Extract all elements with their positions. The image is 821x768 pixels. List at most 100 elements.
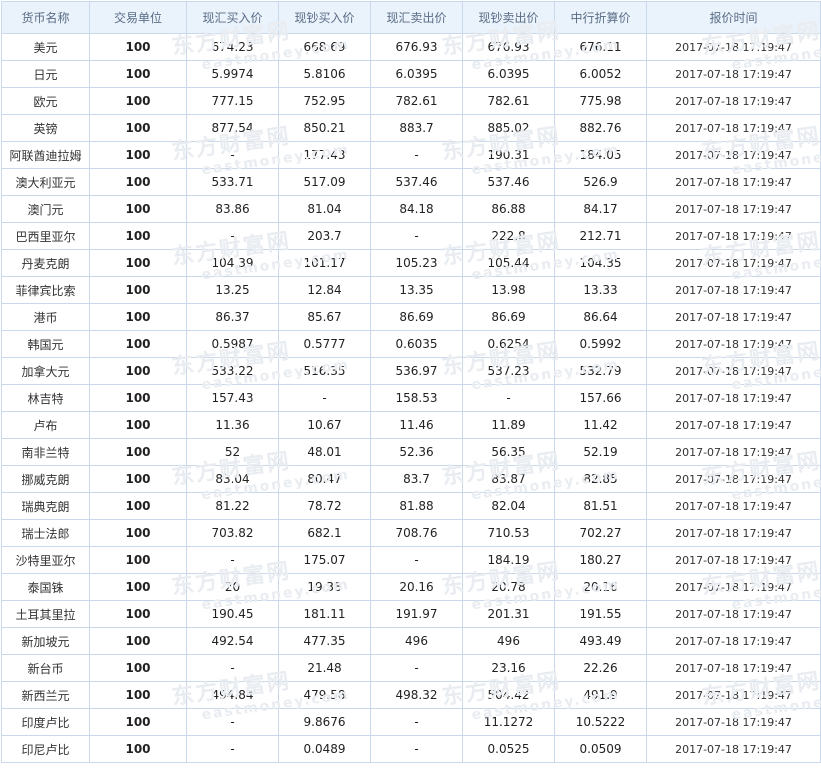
column-header-quote-time[interactable]: 报价时间 [646,1,821,34]
quote-time-cell: 2017-07-18 17:19:47 [646,708,821,736]
unit-cell: 100 [89,195,187,223]
currency-name-cell[interactable]: 南非兰特 [1,438,90,466]
currency-name-cell[interactable]: 林吉特 [1,384,90,412]
currency-name-cell[interactable]: 阿联酋迪拉姆 [1,141,90,169]
currency-name-cell[interactable]: 新西兰元 [1,681,90,709]
spot-buy-cell: 674.23 [186,33,279,61]
currency-name-cell[interactable]: 日元 [1,60,90,88]
cash-sell-cell: 11.89 [462,411,555,439]
table-row: 土耳其里拉 100 190.45 181.11 191.97 201.31 191.55 20… [1,600,821,628]
currency-name-cell[interactable]: 欧元 [1,87,90,115]
boc-rate-cell: 0.5992 [554,330,647,358]
unit-cell: 100 [89,438,187,466]
currency-name-cell[interactable]: 挪威克朗 [1,465,90,493]
boc-rate-cell: 491.9 [554,681,647,709]
cash-buy-cell: 12.84 [278,276,371,304]
currency-name-cell[interactable]: 瑞士法郎 [1,519,90,547]
currency-name-cell[interactable]: 泰国铢 [1,573,90,601]
currency-name-cell[interactable]: 澳大利亚元 [1,168,90,196]
cash-buy-cell: 477.35 [278,627,371,655]
cash-buy-cell: 9.8676 [278,708,371,736]
quote-time-cell: 2017-07-18 17:19:47 [646,411,821,439]
spot-sell-cell: - [370,654,463,682]
unit-cell: 100 [89,681,187,709]
currency-name-cell[interactable]: 新台币 [1,654,90,682]
column-header-unit[interactable]: 交易单位 [89,1,187,34]
column-header-cash-buy[interactable]: 现钞买入价 [278,1,371,34]
currency-name-cell[interactable]: 印尼卢比 [1,735,90,763]
currency-name-cell[interactable]: 丹麦克朗 [1,249,90,277]
unit-cell: 100 [89,465,187,493]
boc-rate-cell: 81.51 [554,492,647,520]
unit-cell: 100 [89,114,187,142]
spot-buy-cell: 777.15 [186,87,279,115]
table-row: 卢布 100 11.36 10.67 11.46 11.89 11.42 2017-07-18… [1,411,821,439]
table-row: 新西兰元 100 494.84 479.58 498.32 504.42 491.9 2017… [1,681,821,709]
boc-rate-cell: 775.98 [554,87,647,115]
currency-name-cell[interactable]: 卢布 [1,411,90,439]
spot-sell-cell: - [370,708,463,736]
spot-buy-cell: - [186,222,279,250]
spot-buy-cell: 494.84 [186,681,279,709]
boc-rate-cell: 82.85 [554,465,647,493]
table-row: 瑞典克朗 100 81.22 78.72 81.88 82.04 81.51 2017-07-… [1,492,821,520]
cash-sell-cell: 13.98 [462,276,555,304]
boc-rate-cell: 493.49 [554,627,647,655]
column-header-cash-sell[interactable]: 现钞卖出价 [462,1,555,34]
table-row: 阿联酋迪拉姆 100-177.43-190.31 184.05 2017-07-18 … [1,141,821,169]
spot-buy-cell: 703.82 [186,519,279,547]
spot-buy-cell: 83.86 [186,195,279,223]
spot-buy-cell: 492.54 [186,627,279,655]
spot-buy-cell: - [186,546,279,574]
currency-name-cell[interactable]: 英镑 [1,114,90,142]
unit-cell: 100 [89,492,187,520]
currency-name-cell[interactable]: 加拿大元 [1,357,90,385]
unit-cell: 100 [89,654,187,682]
currency-name-cell[interactable]: 港币 [1,303,90,331]
boc-rate-cell: 882.76 [554,114,647,142]
boc-rate-cell: 526.9 [554,168,647,196]
cash-buy-cell: - [278,384,371,412]
quote-time-cell: 2017-07-18 17:19:47 [646,357,821,385]
cash-buy-cell: 177.43 [278,141,371,169]
currency-name-cell[interactable]: 美元 [1,33,90,61]
table-row: 加拿大元 100 533.22 516.35 536.97 537.23 532.79 201… [1,357,821,385]
currency-name-cell[interactable]: 瑞典克朗 [1,492,90,520]
currency-name-cell[interactable]: 澳门元 [1,195,90,223]
spot-sell-cell: 708.76 [370,519,463,547]
quote-time-cell: 2017-07-18 17:19:47 [646,114,821,142]
currency-name-cell[interactable]: 韩国元 [1,330,90,358]
spot-sell-cell: 676.93 [370,33,463,61]
cash-buy-cell: 850.21 [278,114,371,142]
boc-rate-cell: 184.05 [554,141,647,169]
quote-time-cell: 2017-07-18 17:19:47 [646,735,821,763]
cash-buy-cell: 517.09 [278,168,371,196]
table-row: 澳大利亚元 100 533.71 517.09 537.46 537.46 526.9 201… [1,168,821,196]
spot-sell-cell: 6.0395 [370,60,463,88]
currency-name-cell[interactable]: 新加坡元 [1,627,90,655]
spot-sell-cell: 496 [370,627,463,655]
cash-buy-cell: 0.0489 [278,735,371,763]
column-header-spot-buy[interactable]: 现汇买入价 [186,1,279,34]
cash-sell-cell: 504.42 [462,681,555,709]
cash-buy-cell: 516.35 [278,357,371,385]
quote-time-cell: 2017-07-18 17:19:47 [646,465,821,493]
column-header-boc-rate[interactable]: 中行折算价 [554,1,647,34]
spot-buy-cell: 877.54 [186,114,279,142]
column-header-currency[interactable]: 货币名称 [1,1,90,34]
currency-name-cell[interactable]: 印度卢比 [1,708,90,736]
table-row: 日元 100 5.9974 5.8106 6.0395 6.0395 6.0052 2017-… [1,60,821,88]
cash-sell-cell: 83.87 [462,465,555,493]
cash-buy-cell: 203.7 [278,222,371,250]
currency-name-cell[interactable]: 菲律宾比索 [1,276,90,304]
boc-rate-cell: 11.42 [554,411,647,439]
currency-name-cell[interactable]: 巴西里亚尔 [1,222,90,250]
currency-name-cell[interactable]: 土耳其里拉 [1,600,90,628]
unit-cell: 100 [89,330,187,358]
column-header-spot-sell[interactable]: 现汇卖出价 [370,1,463,34]
cash-buy-cell: 80.47 [278,465,371,493]
cash-sell-cell: 676.93 [462,33,555,61]
cash-buy-cell: 85.67 [278,303,371,331]
currency-name-cell[interactable]: 沙特里亚尔 [1,546,90,574]
boc-rate-cell: 22.26 [554,654,647,682]
